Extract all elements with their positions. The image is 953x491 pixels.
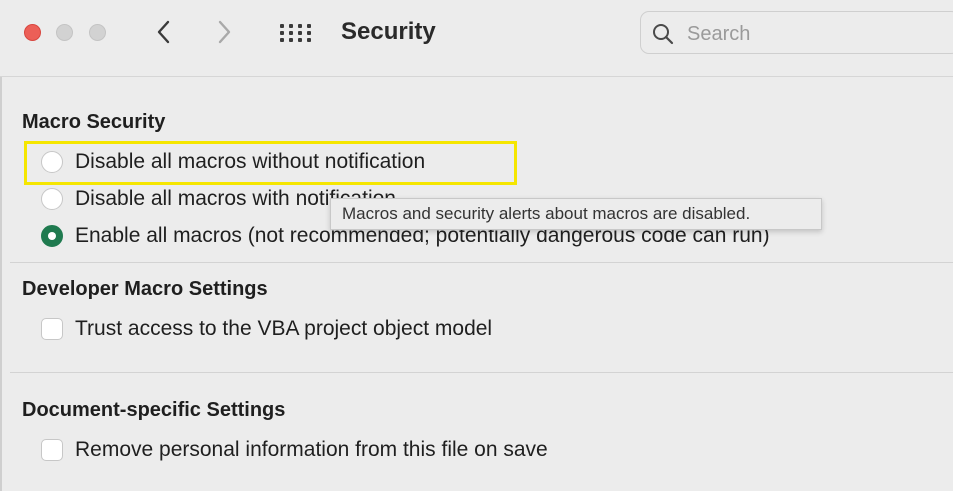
show-all-button[interactable] [279,23,313,43]
section-divider [10,262,953,263]
option-tooltip: Macros and security alerts about macros … [330,198,822,230]
radio-disable-with-notification[interactable] [41,188,63,210]
search-field[interactable] [640,11,953,54]
radio-enable-all-macros[interactable] [41,225,63,247]
developer-macro-settings-heading: Developer Macro Settings [22,278,268,300]
search-input[interactable] [685,20,949,48]
window-title: Security [341,18,436,45]
remove-personal-info-label[interactable]: Remove personal information from this fi… [75,438,548,462]
remove-personal-info-checkbox[interactable] [41,439,63,461]
forward-button[interactable] [212,18,236,46]
search-icon [653,24,674,45]
macro-security-heading: Macro Security [22,111,166,133]
back-chevron-icon [157,20,170,44]
close-window-button[interactable] [24,24,41,41]
grid-icon [280,24,311,42]
trust-vba-label[interactable]: Trust access to the VBA project object m… [75,317,492,341]
section-divider [10,372,953,373]
zoom-window-button[interactable] [89,24,106,41]
highlight-box [24,141,517,185]
minimize-window-button[interactable] [56,24,73,41]
forward-chevron-icon [218,20,231,44]
title-bar: Security [0,0,953,77]
back-button[interactable] [152,18,176,46]
document-specific-settings-heading: Document-specific Settings [22,399,286,421]
trust-vba-checkbox[interactable] [41,318,63,340]
